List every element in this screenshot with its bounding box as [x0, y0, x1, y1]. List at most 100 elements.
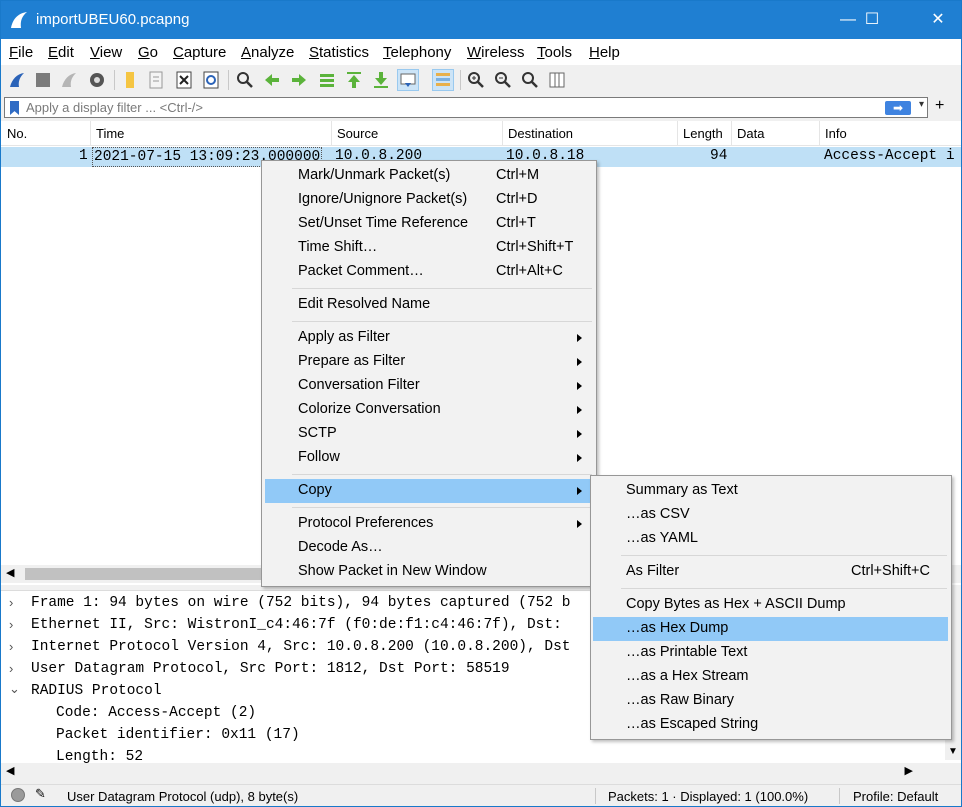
menu-item-shortcut: Ctrl+T — [496, 215, 536, 231]
menu-item-follow[interactable]: Follow — [262, 446, 596, 470]
details-hscroll[interactable]: ◀ ▶ — [1, 763, 945, 779]
packet-list-header: No. Time Source Destination Length Data … — [1, 121, 961, 146]
menu-analyze[interactable]: Analyze — [241, 44, 294, 61]
menu-file[interactable]: File — [9, 44, 33, 61]
expert-info-icon[interactable] — [11, 788, 25, 802]
menu-item-copy-bytes-hex-ascii[interactable]: Copy Bytes as Hex + ASCII Dump — [591, 593, 951, 617]
stop-capture-icon[interactable] — [32, 69, 54, 91]
zoom-in-icon[interactable] — [465, 69, 487, 91]
menu-item-as-hex-stream[interactable]: …as a Hex Stream — [591, 665, 951, 689]
menu-item-apply-as-filter[interactable]: Apply as Filter — [262, 326, 596, 350]
menu-item-edit-resolved-name[interactable]: Edit Resolved Name — [262, 293, 596, 317]
menu-go[interactable]: Go — [138, 44, 158, 61]
expand-chevron-icon[interactable]: › — [9, 595, 13, 610]
edit-comment-icon[interactable]: ✎ — [35, 786, 46, 802]
menu-item-as-filter[interactable]: As Filter Ctrl+Shift+C — [591, 560, 951, 584]
copy-submenu: Summary as Text …as CSV …as YAML As Filt… — [590, 475, 952, 740]
go-to-packet-icon[interactable] — [316, 69, 338, 91]
expand-chevron-icon[interactable]: › — [9, 661, 13, 676]
go-last-icon[interactable] — [370, 69, 392, 91]
main-toolbar — [1, 65, 961, 95]
menu-item-decode-as[interactable]: Decode As… — [262, 536, 596, 560]
colorize-icon[interactable] — [432, 69, 454, 91]
close-button[interactable]: ✕ — [915, 1, 961, 39]
menu-item-conversation-filter[interactable]: Conversation Filter — [262, 374, 596, 398]
tree-item-radius[interactable]: RADIUS Protocol — [31, 683, 162, 699]
menu-item-label: Time Shift… — [298, 239, 378, 255]
capture-options-icon[interactable] — [86, 69, 108, 91]
close-file-icon[interactable] — [173, 69, 195, 91]
menu-item-packet-comment[interactable]: Packet Comment… Ctrl+Alt+C — [262, 260, 596, 284]
normal-size-icon[interactable] — [519, 69, 541, 91]
menu-item-label: Packet Comment… — [298, 263, 424, 279]
menu-view[interactable]: View — [90, 44, 122, 61]
menu-statistics[interactable]: Statistics — [309, 44, 369, 61]
go-first-icon[interactable] — [343, 69, 365, 91]
menu-item-as-raw-binary[interactable]: …as Raw Binary — [591, 689, 951, 713]
menu-tools[interactable]: Tools — [537, 44, 572, 61]
menu-item-mark-packet[interactable]: Mark/Unmark Packet(s) Ctrl+M — [262, 164, 596, 188]
go-back-icon[interactable] — [261, 69, 283, 91]
submenu-arrow-icon — [577, 382, 582, 390]
window-title: importUBEU60.pcapng — [36, 11, 190, 28]
menu-item-as-hex-dump[interactable]: …as Hex Dump — [593, 617, 948, 641]
menu-item-prepare-as-filter[interactable]: Prepare as Filter — [262, 350, 596, 374]
menu-telephony[interactable]: Telephony — [383, 44, 451, 61]
restart-capture-icon[interactable] — [58, 69, 80, 91]
menu-item-sctp[interactable]: SCTP — [262, 422, 596, 446]
menu-item-ignore-packet[interactable]: Ignore/Unignore Packet(s) Ctrl+D — [262, 188, 596, 212]
reload-file-icon[interactable] — [200, 69, 222, 91]
menu-separator — [292, 288, 592, 289]
menu-edit[interactable]: Edit — [48, 44, 74, 61]
menu-help[interactable]: Help — [589, 44, 620, 61]
expand-chevron-icon[interactable]: › — [9, 639, 13, 654]
scroll-down-icon[interactable]: ▼ — [948, 746, 958, 757]
apply-filter-button[interactable]: ➡ — [885, 101, 911, 115]
menu-item-colorize-conversation[interactable]: Colorize Conversation — [262, 398, 596, 422]
menu-bar: File Edit View Go Capture Analyze Statis… — [1, 39, 961, 65]
start-capture-icon[interactable] — [6, 69, 28, 91]
scroll-thumb[interactable] — [25, 568, 265, 580]
menu-item-as-escaped-string[interactable]: …as Escaped String — [591, 713, 951, 737]
tree-item-length[interactable]: Length: 52 — [56, 749, 143, 763]
menu-item-copy[interactable]: Copy — [265, 479, 593, 503]
menu-item-as-printable-text[interactable]: …as Printable Text — [591, 641, 951, 665]
filter-bookmark-icon[interactable] — [10, 101, 19, 115]
save-file-icon[interactable] — [145, 69, 167, 91]
menu-item-label: Prepare as Filter — [298, 353, 406, 369]
menu-wireless[interactable]: Wireless — [467, 44, 525, 61]
open-file-icon[interactable] — [119, 69, 141, 91]
expand-chevron-icon[interactable]: › — [9, 617, 13, 632]
add-filter-button[interactable]: + — [935, 97, 944, 115]
go-forward-icon[interactable] — [288, 69, 310, 91]
menu-item-as-yaml[interactable]: …as YAML — [591, 527, 951, 551]
tree-item-ip[interactable]: Internet Protocol Version 4, Src: 10.0.8… — [31, 639, 571, 655]
menu-item-as-csv[interactable]: …as CSV — [591, 503, 951, 527]
menu-item-show-packet-new-window[interactable]: Show Packet in New Window — [262, 560, 596, 584]
resize-columns-icon[interactable] — [546, 69, 568, 91]
menu-item-time-shift[interactable]: Time Shift… Ctrl+Shift+T — [262, 236, 596, 260]
display-filter-input[interactable]: Apply a display filter ... <Ctrl-/> ➡ ▾ — [4, 97, 928, 118]
menu-item-label: Apply as Filter — [298, 329, 390, 345]
find-packet-icon[interactable] — [234, 69, 256, 91]
status-profile[interactable]: Profile: Default — [853, 789, 938, 804]
autoscroll-icon[interactable] — [397, 69, 419, 91]
tree-item-packet-identifier[interactable]: Packet identifier: 0x11 (17) — [56, 727, 300, 743]
scroll-right-icon[interactable]: ▶ — [905, 764, 913, 777]
tree-item-frame[interactable]: Frame 1: 94 bytes on wire (752 bits), 94… — [31, 595, 571, 611]
menu-item-summary-as-text[interactable]: Summary as Text — [591, 479, 951, 503]
maximize-button[interactable]: ☐ — [849, 1, 895, 39]
scroll-left-icon[interactable]: ◀ — [6, 566, 14, 579]
menu-item-protocol-preferences[interactable]: Protocol Preferences — [262, 512, 596, 536]
status-field-info: User Datagram Protocol (udp), 8 byte(s) — [67, 789, 299, 804]
collapse-chevron-icon[interactable]: ⌄ — [9, 681, 20, 697]
menu-capture[interactable]: Capture — [173, 44, 226, 61]
title-bar[interactable]: importUBEU60.pcapng — ☐ ✕ — [1, 1, 961, 39]
tree-item-ethernet[interactable]: Ethernet II, Src: WistronI_c4:46:7f (f0:… — [31, 617, 562, 633]
zoom-out-icon[interactable] — [492, 69, 514, 91]
scroll-left-icon[interactable]: ◀ — [6, 764, 14, 777]
tree-item-code[interactable]: Code: Access-Accept (2) — [56, 705, 256, 721]
menu-item-time-reference[interactable]: Set/Unset Time Reference Ctrl+T — [262, 212, 596, 236]
filter-dropdown-icon[interactable]: ▾ — [919, 99, 924, 110]
tree-item-udp[interactable]: User Datagram Protocol, Src Port: 1812, … — [31, 661, 510, 677]
